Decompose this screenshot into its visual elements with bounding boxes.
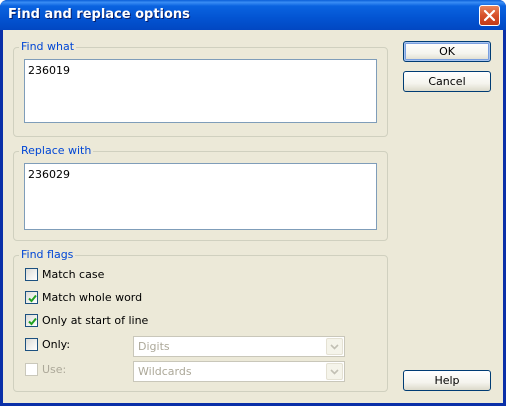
use-checkbox[interactable] — [25, 363, 38, 376]
chevron-down-icon — [330, 369, 339, 375]
match-whole-word-checkbox[interactable] — [25, 291, 38, 304]
help-button[interactable]: Help — [403, 370, 491, 391]
find-what-legend: Find what — [19, 40, 77, 54]
only-label: Only: — [42, 338, 71, 351]
only-checkbox[interactable] — [25, 338, 38, 351]
only-select-dropdown[interactable] — [326, 338, 343, 355]
use-select[interactable]: Wildcards — [133, 361, 345, 382]
find-what-group: Find what 236019 — [13, 40, 388, 137]
find-flags-group: Find flags Match case Match whole word O… — [13, 248, 388, 392]
match-case-label: Match case — [42, 268, 105, 281]
match-case-checkbox[interactable] — [25, 268, 38, 281]
use-label: Use: — [42, 363, 67, 376]
find-replace-dialog: Find and replace options Find what 23601… — [0, 0, 506, 406]
window-title: Find and replace options — [8, 7, 190, 22]
close-icon — [483, 9, 496, 22]
only-select-value: Digits — [138, 340, 170, 353]
ok-button[interactable]: OK — [403, 41, 491, 62]
use-select-value: Wildcards — [138, 365, 192, 378]
chevron-down-icon — [330, 344, 339, 350]
only-start-of-line-checkbox[interactable] — [25, 314, 38, 327]
check-icon — [28, 317, 37, 326]
only-start-of-line-label: Only at start of line — [42, 314, 149, 327]
match-whole-word-label: Match whole word — [42, 291, 143, 304]
dialog-body: Find what 236019 Replace with 236029 Fin… — [3, 30, 503, 403]
only-select[interactable]: Digits — [133, 336, 345, 357]
replace-with-group: Replace with 236029 — [13, 144, 388, 241]
replace-with-input[interactable]: 236029 — [24, 163, 377, 230]
check-icon — [28, 294, 37, 303]
use-select-dropdown[interactable] — [326, 363, 343, 380]
title-bar[interactable]: Find and replace options — [0, 0, 506, 30]
close-button[interactable] — [479, 5, 500, 26]
cancel-button[interactable]: Cancel — [403, 71, 491, 92]
replace-with-legend: Replace with — [19, 144, 94, 158]
find-flags-legend: Find flags — [19, 248, 76, 262]
find-what-input[interactable]: 236019 — [24, 59, 377, 123]
